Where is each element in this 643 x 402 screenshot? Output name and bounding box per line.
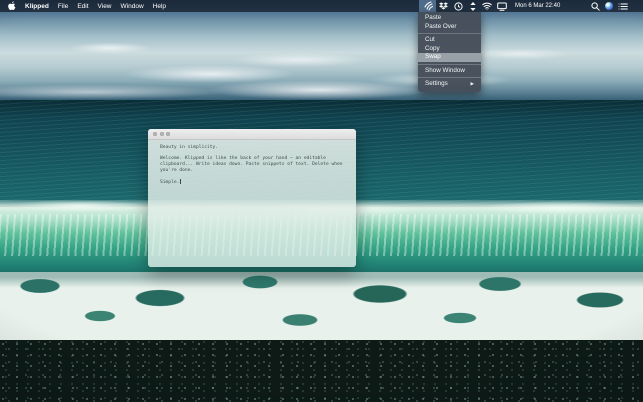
menu-bar: Klipped File Edit View Window Help [0, 0, 643, 12]
menu-bar-left: Klipped File Edit View Window Help [0, 1, 166, 11]
menu-item-show-window[interactable]: Show Window [418, 67, 481, 76]
menu-item-cut[interactable]: Cut [418, 36, 481, 45]
updown-arrows-icon[interactable] [466, 0, 480, 12]
menu-separator [418, 64, 481, 65]
menu-item-settings[interactable]: Settings ▶ [418, 80, 481, 89]
note-paragraph: Beauty in simplicity. [160, 145, 350, 151]
apple-icon[interactable] [7, 1, 16, 11]
zoom-button[interactable] [166, 132, 170, 136]
menu-item-paste[interactable]: Paste [418, 14, 481, 23]
note-paragraph: Simple. [160, 179, 350, 186]
wifi-icon[interactable] [480, 0, 494, 12]
klipped-menubar-icon[interactable] [419, 0, 436, 12]
text-caret [180, 179, 181, 184]
window-titlebar[interactable] [148, 129, 356, 140]
airplay-display-icon[interactable] [494, 0, 509, 12]
menu-separator [418, 33, 481, 34]
klipped-note-window: Beauty in simplicity. Welcome. Klipped i… [148, 129, 356, 267]
menu-item-copy[interactable]: Copy [418, 45, 481, 54]
menu-edit[interactable]: Edit [77, 3, 88, 10]
menu-help[interactable]: Help [153, 3, 166, 10]
menu-bar-clock[interactable]: Mon 6 Mar 22:40 [515, 3, 560, 9]
spotlight-search-icon[interactable] [591, 2, 600, 11]
menu-file[interactable]: File [58, 3, 68, 10]
desktop: Beauty in simplicity. Welcome. Klipped i… [0, 0, 643, 402]
note-paragraph: Welcome. Klipped is like the back of you… [160, 156, 350, 173]
close-button[interactable] [153, 132, 157, 136]
notification-center-icon[interactable] [618, 2, 628, 11]
dropbox-icon[interactable] [436, 0, 451, 12]
klipped-dropdown-menu: Paste Paste Over Cut Copy Swap Show Wind… [418, 12, 481, 92]
menu-view[interactable]: View [98, 3, 112, 10]
menu-bar-far-right [591, 2, 628, 11]
minimize-button[interactable] [160, 132, 164, 136]
menu-separator [418, 77, 481, 78]
menu-bar-status-items: Mon 6 Mar 22:40 [419, 0, 628, 12]
note-text-area[interactable]: Beauty in simplicity. Welcome. Klipped i… [148, 140, 356, 186]
siri-icon[interactable] [605, 2, 613, 10]
menu-item-paste-over[interactable]: Paste Over [418, 23, 481, 32]
menu-window[interactable]: Window [121, 3, 144, 10]
menu-item-swap[interactable]: Swap [418, 53, 481, 62]
app-menu-klipped[interactable]: Klipped [25, 3, 49, 10]
submenu-arrow-icon: ▶ [471, 80, 474, 89]
time-machine-icon[interactable] [451, 0, 466, 12]
